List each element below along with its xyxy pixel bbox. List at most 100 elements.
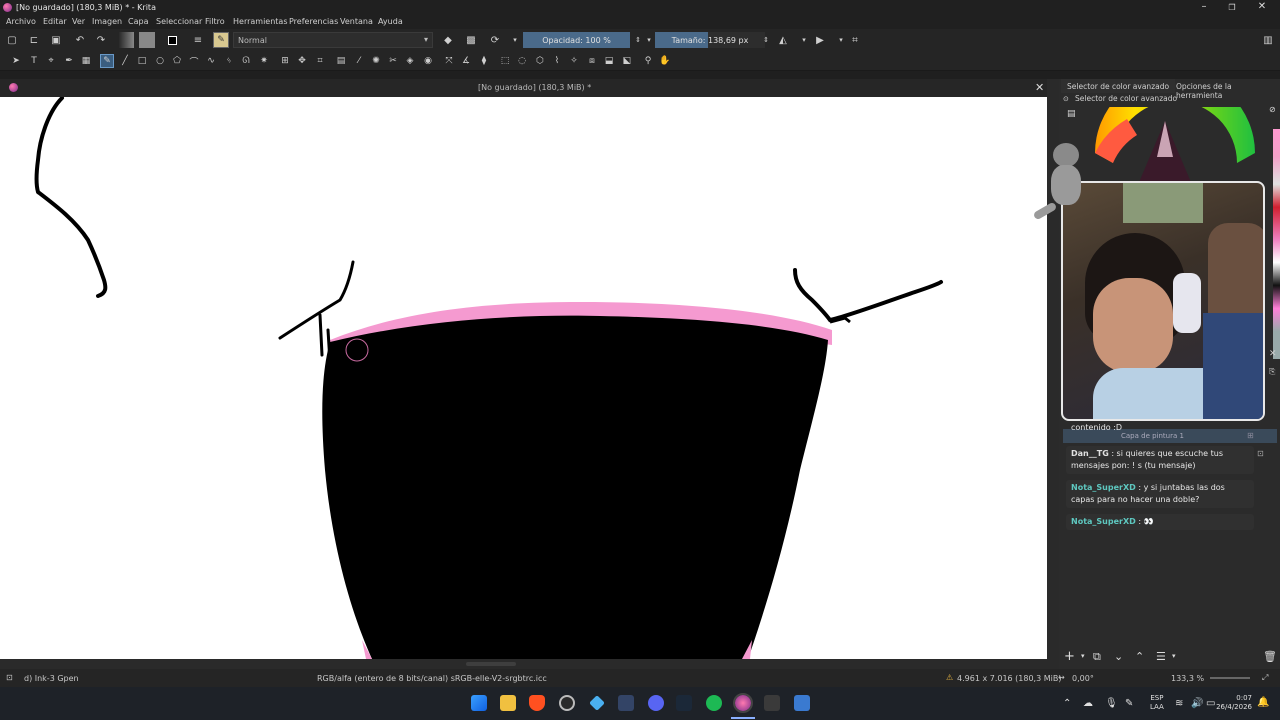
blend-mode-select[interactable]: Normal ▾ (233, 32, 433, 48)
fg-bg-color-icon[interactable] (164, 32, 180, 48)
clock[interactable]: 0:07 26/4/2026 (1214, 694, 1252, 712)
zoom-fit-icon[interactable]: ⤢ (1262, 673, 1268, 683)
wifi-icon[interactable]: ≋ (1175, 698, 1183, 709)
menu-ventana[interactable]: Ventana (340, 17, 373, 26)
wrap-around-icon[interactable]: ⌗ (847, 32, 863, 48)
mirror-horizontal-icon[interactable]: ◭ (775, 32, 791, 48)
transform-tool-icon[interactable]: ⊞ (278, 54, 292, 68)
tab-color-selector[interactable]: Selector de color avanzado (1061, 79, 1176, 93)
polygon-select-icon[interactable]: ⬡ (533, 54, 547, 68)
horizontal-scrollbar[interactable] (0, 659, 1047, 669)
brave-icon[interactable] (529, 695, 545, 711)
steam-icon[interactable] (676, 695, 692, 711)
volume-icon[interactable]: 🔊 (1191, 698, 1203, 709)
assistant-icon[interactable]: ⤧ (442, 54, 456, 68)
eraser-icon[interactable]: ◆ (440, 32, 456, 48)
close-icon[interactable]: ✕ (1254, 1, 1270, 12)
menu-herramientas[interactable]: Herramientas (233, 17, 288, 26)
workspace-chooser-icon[interactable]: ▥ (1260, 32, 1276, 48)
move-layer-down-icon[interactable]: ⌄ (1114, 650, 1123, 663)
obs-icon[interactable] (764, 695, 780, 711)
magnetic-select-icon[interactable]: ⬕ (620, 54, 634, 68)
freehand-select-icon[interactable]: ⌇ (550, 54, 564, 68)
gradient-icon[interactable] (118, 32, 134, 48)
menu-archivo[interactable]: Archivo (6, 17, 36, 26)
krita-taskbar-icon[interactable] (733, 693, 753, 713)
tray-chevron-icon[interactable]: ⌃ (1063, 698, 1071, 709)
edit-shapes-icon[interactable]: ⌖ (44, 54, 58, 68)
mirror-h-dropdown-icon[interactable]: ▾ (796, 32, 812, 48)
opacity-slider[interactable]: Opacidad: 100 % (523, 32, 630, 48)
open-document-icon[interactable]: ⊏ (26, 32, 42, 48)
menu-preferencias[interactable]: Preferencias (289, 17, 338, 26)
panel-lock-icon[interactable]: ⊙ (1063, 95, 1069, 103)
tray-app-icon[interactable]: ☁ (1083, 698, 1093, 709)
reload-dropdown-icon[interactable]: ▾ (507, 32, 523, 48)
crop-tool-icon[interactable]: ⌗ (313, 54, 327, 68)
menu-imagen[interactable]: Imagen (92, 17, 122, 26)
app-icon[interactable] (794, 695, 810, 711)
ellipse-tool-icon[interactable]: ○ (153, 54, 167, 68)
menu-filtro[interactable]: Filtro (205, 17, 225, 26)
new-document-icon[interactable]: ▢ (4, 32, 20, 48)
app-diamond-icon[interactable] (589, 695, 605, 711)
pattern-icon[interactable] (139, 32, 155, 48)
drawing-canvas[interactable] (0, 97, 1047, 659)
polygon-tool-icon[interactable]: ⬠ (170, 54, 184, 68)
panel-close-icon[interactable]: ✕ (1269, 349, 1277, 359)
measure-tool-icon[interactable]: ∡ (459, 54, 473, 68)
polyline-tool-icon[interactable]: ⌒ (187, 54, 201, 68)
similar-select-icon[interactable]: ⧈ (585, 54, 599, 68)
contiguous-select-icon[interactable]: ✧ (567, 54, 581, 68)
hscroll-handle[interactable] (466, 662, 516, 666)
zoom-tool-icon[interactable]: ⚲ (641, 54, 655, 68)
bezier-select-icon[interactable]: ⬓ (602, 54, 616, 68)
delete-layer-icon[interactable]: 🗑 (1263, 650, 1277, 663)
zoom-value[interactable]: 133,3 % (1171, 674, 1204, 683)
move-layer-up-icon[interactable]: ⌃ (1135, 650, 1144, 663)
multibrush-icon[interactable]: ✷ (257, 54, 271, 68)
redo-icon[interactable]: ↷ (93, 32, 109, 48)
layer-properties-dropdown-icon[interactable]: ▾ (1172, 652, 1176, 660)
fill-tool-icon[interactable]: ◈ (403, 54, 417, 68)
document-tab-label[interactable]: [No guardado] (180,3 MiB) * (478, 83, 591, 92)
language-indicator[interactable]: ESP LAA (1150, 694, 1164, 712)
microphone-icon[interactable]: 🎙 (1105, 698, 1118, 709)
zoom-slider[interactable] (1210, 677, 1250, 679)
menu-ver[interactable]: Ver (72, 17, 85, 26)
rectangle-tool-icon[interactable]: □ (135, 54, 149, 68)
ellipse-select-icon[interactable]: ◌ (515, 54, 529, 68)
color-picker-icon[interactable]: ⁄ (352, 54, 366, 68)
freehand-brush-icon[interactable]: ✎ (100, 54, 114, 68)
menu-ayuda[interactable]: Ayuda (378, 17, 403, 26)
panel-float-icon[interactable]: ⎘ (1269, 367, 1275, 377)
reload-preset-icon[interactable]: ⟳ (487, 32, 503, 48)
undo-icon[interactable]: ↶ (72, 32, 88, 48)
rotation-value[interactable]: 0,00° (1072, 674, 1094, 683)
pen-icon[interactable]: ✎ (1125, 698, 1133, 709)
restore-icon[interactable]: ❐ (1224, 3, 1240, 12)
menu-capa[interactable]: Capa (128, 17, 148, 26)
layer-properties-icon[interactable]: ☰ (1156, 650, 1166, 663)
rect-select-icon[interactable]: ⬚ (498, 54, 512, 68)
select-shapes-icon[interactable]: ➤ (9, 54, 23, 68)
save-icon[interactable]: ▣ (48, 32, 64, 48)
calligraphy-icon[interactable]: ✒ (62, 54, 76, 68)
close-document-icon[interactable]: ✕ (1035, 81, 1044, 94)
vscode-icon[interactable] (618, 695, 634, 711)
brush-preset-icon[interactable]: ✎ (213, 32, 229, 48)
discord-icon[interactable] (648, 695, 664, 711)
reference-tool-icon[interactable]: ⧫ (477, 54, 491, 68)
brush-settings-icon[interactable]: ≡ (190, 32, 206, 48)
size-spin-icon[interactable]: ⇕ (758, 32, 774, 48)
menu-seleccionar[interactable]: Seleccionar (156, 17, 202, 26)
spotify-icon[interactable] (706, 695, 722, 711)
dynamic-brush-icon[interactable]: ᘏ (239, 54, 253, 68)
start-icon[interactable] (471, 695, 487, 711)
line-tool-icon[interactable]: ╱ (118, 54, 132, 68)
duplicate-layer-icon[interactable]: ⧉ (1093, 650, 1101, 664)
menu-editar[interactable]: Editar (43, 17, 67, 26)
pan-tool-icon[interactable]: ✋ (658, 54, 672, 68)
selector-settings-icon[interactable]: ▤ (1067, 109, 1076, 119)
mirror-vertical-icon[interactable]: ▶ (812, 32, 828, 48)
